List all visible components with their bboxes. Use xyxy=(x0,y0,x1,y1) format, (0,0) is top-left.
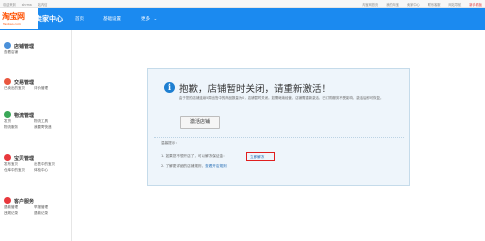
sidebar-item-violations[interactable]: 违规记录 xyxy=(4,211,34,216)
header-nav: 淘宝网 Taobao.com 卖家中心 首页 基础设置 更多 ⌄ xyxy=(0,8,485,30)
sidebar-item-publish[interactable]: 发布宝贝 xyxy=(4,162,34,167)
sidebar-section-store: 店铺管理 查看店铺 xyxy=(4,41,70,56)
sidebar-item-send-express[interactable]: 我要寄快递 xyxy=(34,125,64,130)
store-closed-notice: i 抱歉，店铺暂时关闭，请重新激活！ 由于您的店铺连续5周出售中的商品数量为0，… xyxy=(147,68,410,186)
notice-description: 由于您的店铺连续5周出售中的商品数量为0，店铺暂时关闭。如需继续经营，店铺需重新… xyxy=(179,96,384,100)
sidebar-sub-row: 违规记录 退款记录 xyxy=(4,211,70,217)
sidebar-section-customer: 客户服务 退款管理 举报管理 违规记录 退款记录 xyxy=(4,196,70,217)
sidebar-item-logistics-tools[interactable]: 物流工具 xyxy=(34,119,64,124)
sidebar-item-warehouse[interactable]: 仓库中的宝贝 xyxy=(4,168,34,173)
newbie-link[interactable]: 新手看板 xyxy=(469,3,482,7)
sidebar-item-reviews[interactable]: 评价管理 xyxy=(34,86,64,91)
sidebar-section-title: 物流管理 xyxy=(14,112,35,119)
sidebar-section-header[interactable]: 宝贝管理 xyxy=(4,153,70,162)
sidebar-section-trade: 交易管理 已卖出的宝贝 评价管理 xyxy=(4,77,70,92)
customer-service-link[interactable]: 联系客服 xyxy=(428,3,441,7)
notice-headline: 抱歉，店铺暂时关闭，请重新激活！ xyxy=(179,84,332,95)
trade-icon xyxy=(4,78,11,85)
my-taobao-link[interactable]: 我的淘宝 xyxy=(386,3,399,7)
welcome-text: 欢迎来到 xyxy=(3,3,16,7)
sidebar-section-title: 客户服务 xyxy=(14,198,35,205)
nav-basic-settings[interactable]: 基础设置 xyxy=(103,16,121,22)
sidebar-item-health-check[interactable]: 体检中心 xyxy=(34,168,64,173)
sidebar-section-title: 店铺管理 xyxy=(14,43,35,50)
sidebar-section-title: 宝贝管理 xyxy=(14,155,35,162)
sidebar-section-header[interactable]: 客户服务 xyxy=(4,196,70,205)
store-rules-link[interactable]: 查看开店规则 xyxy=(205,164,227,168)
username-link[interactable]: shrma xyxy=(22,3,32,7)
hint-rules-text: 2. 了解更详细的店铺规则， xyxy=(161,164,206,168)
items-icon xyxy=(4,154,11,161)
sidebar: 店铺管理 查看店铺 交易管理 已卖出的宝贝 评价管理 物流管理 发货 物流工具 物流… xyxy=(0,30,72,241)
sidebar-section-header[interactable]: 物流管理 xyxy=(4,110,70,119)
sidebar-item-refunds[interactable]: 退款管理 xyxy=(4,205,34,210)
top-left-links: 欢迎来到 shrma 站内信 xyxy=(3,2,52,7)
unfreeze-highlight-box: 立即解冻 xyxy=(246,152,275,161)
unfreeze-now-link[interactable]: 立即解冻 xyxy=(250,155,264,160)
sidebar-item-logistics-service[interactable]: 物流服务 xyxy=(4,125,34,130)
sidebar-section-logistics: 物流管理 发货 物流工具 物流服务 我要寄快递 xyxy=(4,110,70,131)
messages-link[interactable]: 站内信 xyxy=(38,3,48,7)
nav-home[interactable]: 首页 xyxy=(75,16,84,22)
seller-center-title: 卖家中心 xyxy=(35,15,63,23)
top-utility-bar: 欢迎来到 shrma 站内信 淘宝网首页 我的淘宝 卖家中心 联系客服 网站导航… xyxy=(0,0,485,8)
customer-icon xyxy=(4,197,11,204)
sidebar-item-sold-items[interactable]: 已卖出的宝贝 xyxy=(4,86,34,91)
sidebar-sub-row: 物流服务 我要寄快递 xyxy=(4,125,70,131)
sidebar-item-reports[interactable]: 举报管理 xyxy=(34,205,64,210)
sidebar-sub-row: 已卖出的宝贝 评价管理 xyxy=(4,86,70,92)
sidebar-section-header[interactable]: 店铺管理 xyxy=(4,41,70,50)
logistics-icon xyxy=(4,111,11,118)
sidebar-section-title: 交易管理 xyxy=(14,79,35,86)
chevron-down-icon: ⌄ xyxy=(153,17,158,22)
info-icon: i xyxy=(164,82,175,93)
sidebar-item-refund-records[interactable]: 退款记录 xyxy=(34,211,64,216)
nav-more-label: 更多 xyxy=(141,17,150,22)
notice-divider xyxy=(154,137,404,138)
sidebar-section-items: 宝贝管理 发布宝贝 出售中的宝贝 仓库中的宝贝 体检中心 xyxy=(4,153,70,174)
taobao-logo[interactable]: 淘宝网 Taobao.com xyxy=(0,8,38,30)
site-nav-link[interactable]: 网站导航 xyxy=(448,3,461,7)
hint-rules: 2. 了解更详细的店铺规则，查看开店规则 xyxy=(161,164,227,169)
sidebar-sub-row: 仓库中的宝贝 体检中心 xyxy=(4,168,70,174)
logo-subtext: Taobao.com xyxy=(3,22,21,26)
hint-unfreeze-text: 1. 如果您不想开店了，可以解冻保证金： xyxy=(161,154,227,158)
sidebar-section-header[interactable]: 交易管理 xyxy=(4,77,70,86)
hint-title: 温馨提示： xyxy=(161,141,179,145)
sidebar-item-on-sale[interactable]: 出售中的宝贝 xyxy=(34,162,64,167)
sidebar-sub-row: 查看店铺 xyxy=(4,50,70,56)
store-icon xyxy=(4,42,11,49)
logo-text: 淘宝网 xyxy=(2,12,25,21)
nav-more[interactable]: 更多 ⌄ xyxy=(141,16,157,22)
sidebar-item-view-store[interactable]: 查看店铺 xyxy=(4,50,34,55)
taobao-home-link[interactable]: 淘宝网首页 xyxy=(362,3,378,7)
seller-center-link[interactable]: 卖家中心 xyxy=(407,3,420,7)
activate-store-button[interactable]: 激活店铺 xyxy=(180,116,220,129)
top-right-links: 淘宝网首页 我的淘宝 卖家中心 联系客服 网站导航 新手看板 xyxy=(355,2,482,7)
hint-unfreeze: 1. 如果您不想开店了，可以解冻保证金： xyxy=(161,154,227,159)
sidebar-item-ship[interactable]: 发货 xyxy=(4,119,34,124)
